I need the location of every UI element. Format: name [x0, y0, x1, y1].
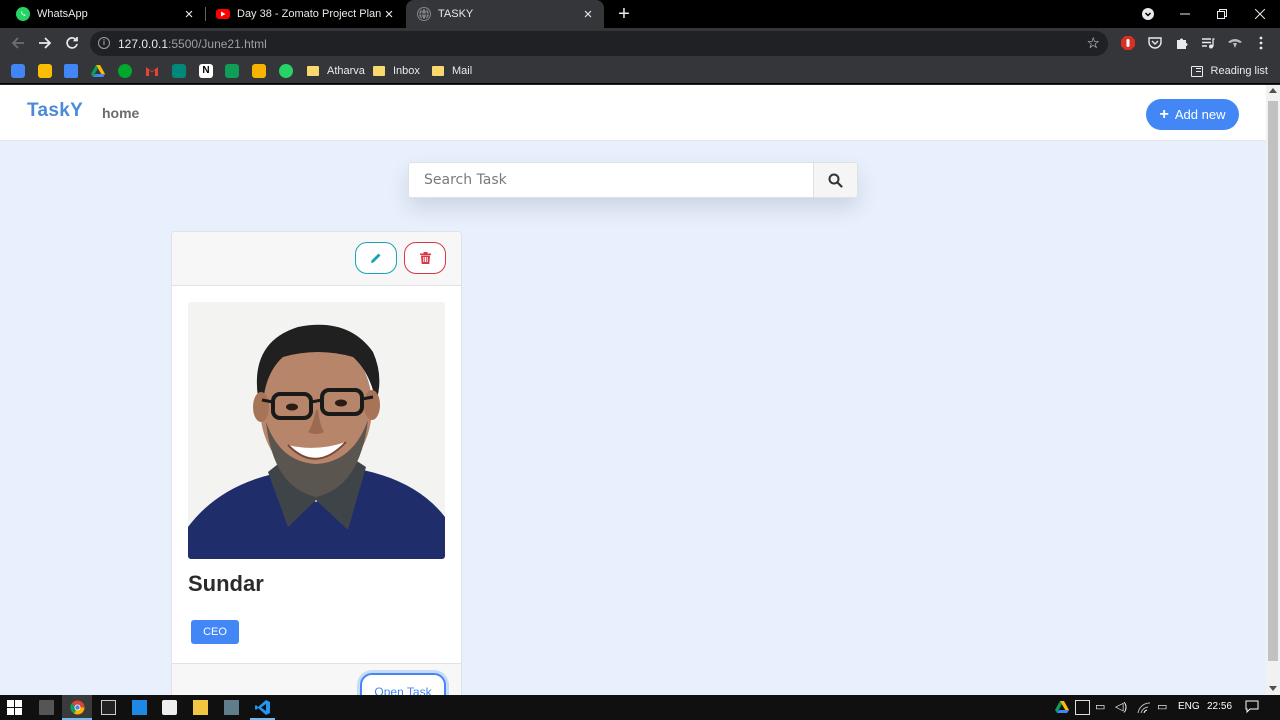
address-bar[interactable]: i 127.0.0.1:5500/June21.html ☆ — [90, 31, 1108, 56]
task-type-badge: CEO — [191, 620, 239, 644]
url-text: 127.0.0.1:5500/June21.html — [118, 37, 267, 51]
extensions-puzzle-icon[interactable] — [1174, 35, 1190, 51]
reading-list-button[interactable]: Reading list — [1190, 62, 1268, 80]
wifi-icon[interactable] — [1137, 700, 1152, 715]
tab-title: TASKY — [438, 8, 474, 20]
tab-whatsapp[interactable]: WhatsApp × — [0, 0, 205, 28]
pencil-icon — [371, 253, 381, 263]
google-slides-icon[interactable] — [252, 64, 266, 78]
tab-title: WhatsApp — [37, 8, 88, 20]
whatsapp-bookmark-icon[interactable] — [279, 64, 293, 78]
bookmark-folder-mail[interactable]: Mail — [432, 62, 472, 80]
bookmark-folder-atharva[interactable]: Atharva — [307, 62, 365, 80]
nav-home-link[interactable]: home — [102, 105, 139, 121]
scroll-down-icon[interactable] — [1269, 686, 1277, 691]
language-indicator[interactable]: ENG — [1178, 701, 1200, 712]
plus-icon: + — [1159, 106, 1169, 123]
google-meet-icon[interactable] — [172, 64, 186, 78]
adblock-extension-icon[interactable] — [1120, 35, 1136, 51]
edit-button[interactable] — [355, 242, 397, 274]
browser-toolbar: i 127.0.0.1:5500/June21.html ☆ — [0, 28, 1280, 58]
open-task-button[interactable]: Open Task — [360, 673, 446, 695]
forward-icon[interactable] — [35, 33, 55, 53]
pocket-extension-icon[interactable] — [1147, 35, 1163, 51]
page-viewport: TaskY home + Add new Search Task Sundar … — [0, 85, 1280, 695]
task-image — [188, 302, 445, 559]
photos-app-icon[interactable] — [224, 700, 239, 715]
browser-tab-strip: WhatsApp × Day 38 - Zomato Project Plann… — [0, 0, 1280, 28]
card-header — [172, 232, 461, 286]
close-tab-icon[interactable]: × — [381, 6, 397, 23]
scroll-up-icon[interactable] — [1269, 88, 1277, 93]
delete-button[interactable] — [404, 242, 446, 274]
reading-list-icon — [1190, 65, 1203, 77]
evernote-icon[interactable] — [118, 64, 132, 78]
chrome-icon[interactable] — [70, 700, 85, 715]
search-group — [408, 162, 858, 198]
card-title: Sundar — [188, 571, 264, 596]
windows-start-icon[interactable] — [7, 700, 22, 715]
notion-icon[interactable]: N — [199, 64, 213, 78]
google-sheets-icon[interactable] — [225, 64, 239, 78]
add-new-button[interactable]: + Add new — [1146, 99, 1239, 130]
battery-icon[interactable]: ▭ — [1095, 700, 1110, 715]
search-icon — [828, 173, 843, 188]
task-card: Sundar CEO Open Task — [171, 231, 462, 695]
search-input[interactable] — [408, 162, 813, 198]
close-tab-icon[interactable]: × — [580, 6, 596, 23]
google-calendar-icon[interactable] — [11, 64, 25, 78]
folder-icon — [307, 66, 319, 76]
file-app-icon[interactable] — [132, 700, 147, 715]
minimize-icon[interactable] — [1166, 0, 1204, 28]
calculator-icon[interactable] — [39, 700, 54, 715]
folder-icon — [432, 66, 444, 76]
media-control-icon[interactable] — [1200, 35, 1216, 51]
page-scrollbar[interactable] — [1266, 85, 1280, 695]
brand-logo[interactable]: TaskY — [27, 100, 83, 122]
file-explorer-icon[interactable] — [193, 700, 208, 715]
trash-icon — [419, 252, 431, 264]
google-drive-tray-icon[interactable] — [1055, 700, 1070, 715]
youtube-icon — [216, 9, 230, 19]
card-footer: Open Task — [172, 663, 461, 695]
gmail-icon[interactable] — [145, 64, 159, 78]
profile-avatar-icon[interactable] — [1227, 35, 1243, 51]
bookmarks-bar: N Atharva Inbox Mail Reading list — [0, 58, 1280, 84]
reload-icon[interactable] — [62, 33, 82, 53]
globe-icon — [417, 7, 431, 21]
tab-youtube[interactable]: Day 38 - Zomato Project Planning × — [206, 0, 405, 28]
terminal-icon[interactable] — [101, 700, 116, 715]
monitor-icon[interactable]: ▭ — [1157, 700, 1172, 715]
tab-search-icon[interactable] — [1129, 0, 1167, 28]
app-navbar: TaskY home + Add new — [0, 85, 1266, 141]
search-button[interactable] — [813, 162, 858, 198]
store-icon[interactable] — [162, 700, 177, 715]
whatsapp-icon — [16, 7, 30, 21]
close-window-icon[interactable] — [1241, 0, 1279, 28]
google-photos-icon[interactable] — [38, 64, 52, 78]
google-drive-icon[interactable] — [91, 64, 105, 78]
tab-tasky[interactable]: TASKY × — [406, 0, 604, 28]
new-tab-button[interactable]: + — [614, 4, 634, 24]
clock[interactable]: 22:56 — [1207, 701, 1232, 712]
tray-app-icon[interactable] — [1075, 700, 1090, 715]
google-docs-icon[interactable] — [64, 64, 78, 78]
bookmark-folder-inbox[interactable]: Inbox — [373, 62, 420, 80]
volume-icon[interactable]: ◁) — [1115, 700, 1130, 715]
vscode-icon[interactable] — [255, 700, 270, 715]
restore-icon[interactable] — [1203, 0, 1241, 28]
folder-icon — [373, 66, 385, 76]
close-tab-icon[interactable]: × — [181, 6, 197, 23]
bookmark-star-icon[interactable]: ☆ — [1087, 34, 1100, 52]
tab-title: Day 38 - Zomato Project Planning — [237, 8, 381, 20]
notifications-icon[interactable] — [1245, 700, 1260, 715]
scrollbar-thumb[interactable] — [1268, 101, 1278, 661]
back-icon[interactable] — [8, 33, 28, 53]
browser-menu-icon[interactable] — [1253, 35, 1269, 51]
windows-taskbar: ▭ ◁) ▭ ENG 22:56 — [0, 695, 1280, 720]
site-info-icon[interactable]: i — [98, 37, 110, 49]
